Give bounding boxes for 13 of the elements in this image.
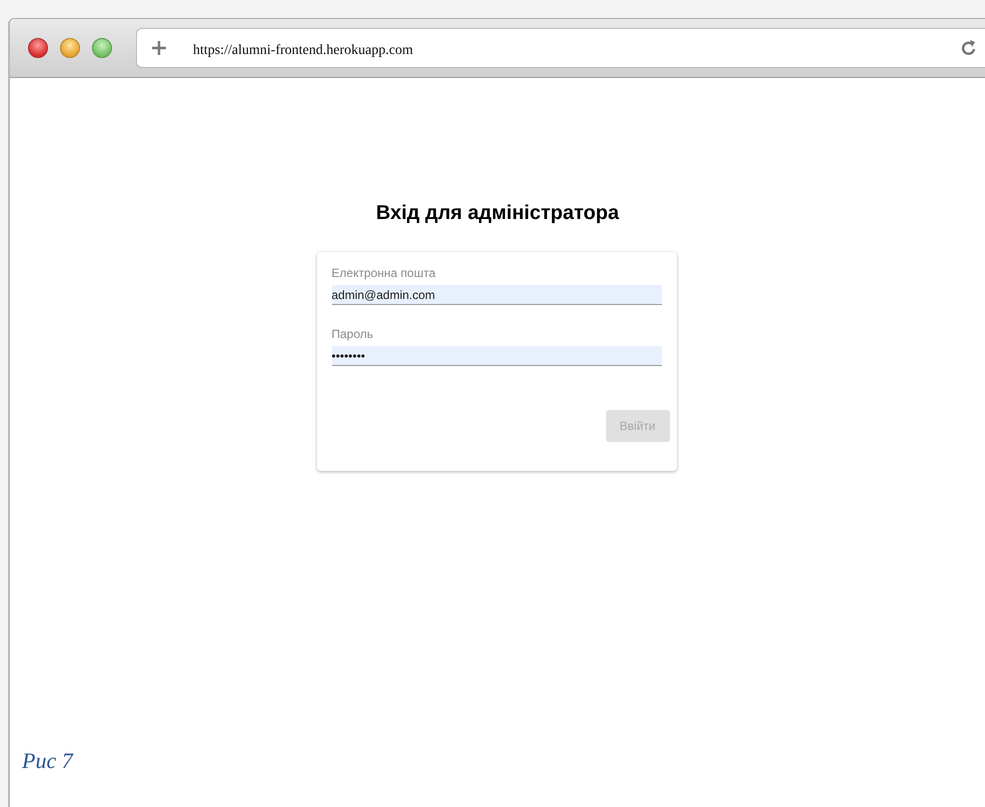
maximize-icon[interactable] xyxy=(92,38,112,58)
address-bar[interactable]: https://alumni-frontend.herokuapp.com xyxy=(136,28,985,68)
minimize-icon[interactable] xyxy=(60,38,80,58)
url-text: https://alumni-frontend.herokuapp.com xyxy=(193,42,414,59)
plus-icon[interactable] xyxy=(151,40,167,56)
input-field[interactable]: •••••••• xyxy=(332,346,662,366)
page-title: Вхід для адміністратора xyxy=(376,202,619,225)
field-label: Електронна пошта xyxy=(332,266,437,280)
figure-caption: Рис 7 xyxy=(22,748,73,774)
input-field[interactable]: admin@admin.com xyxy=(332,285,662,305)
close-icon[interactable] xyxy=(28,38,48,58)
field-label: Пароль xyxy=(332,327,374,341)
reload-icon[interactable] xyxy=(961,39,977,57)
